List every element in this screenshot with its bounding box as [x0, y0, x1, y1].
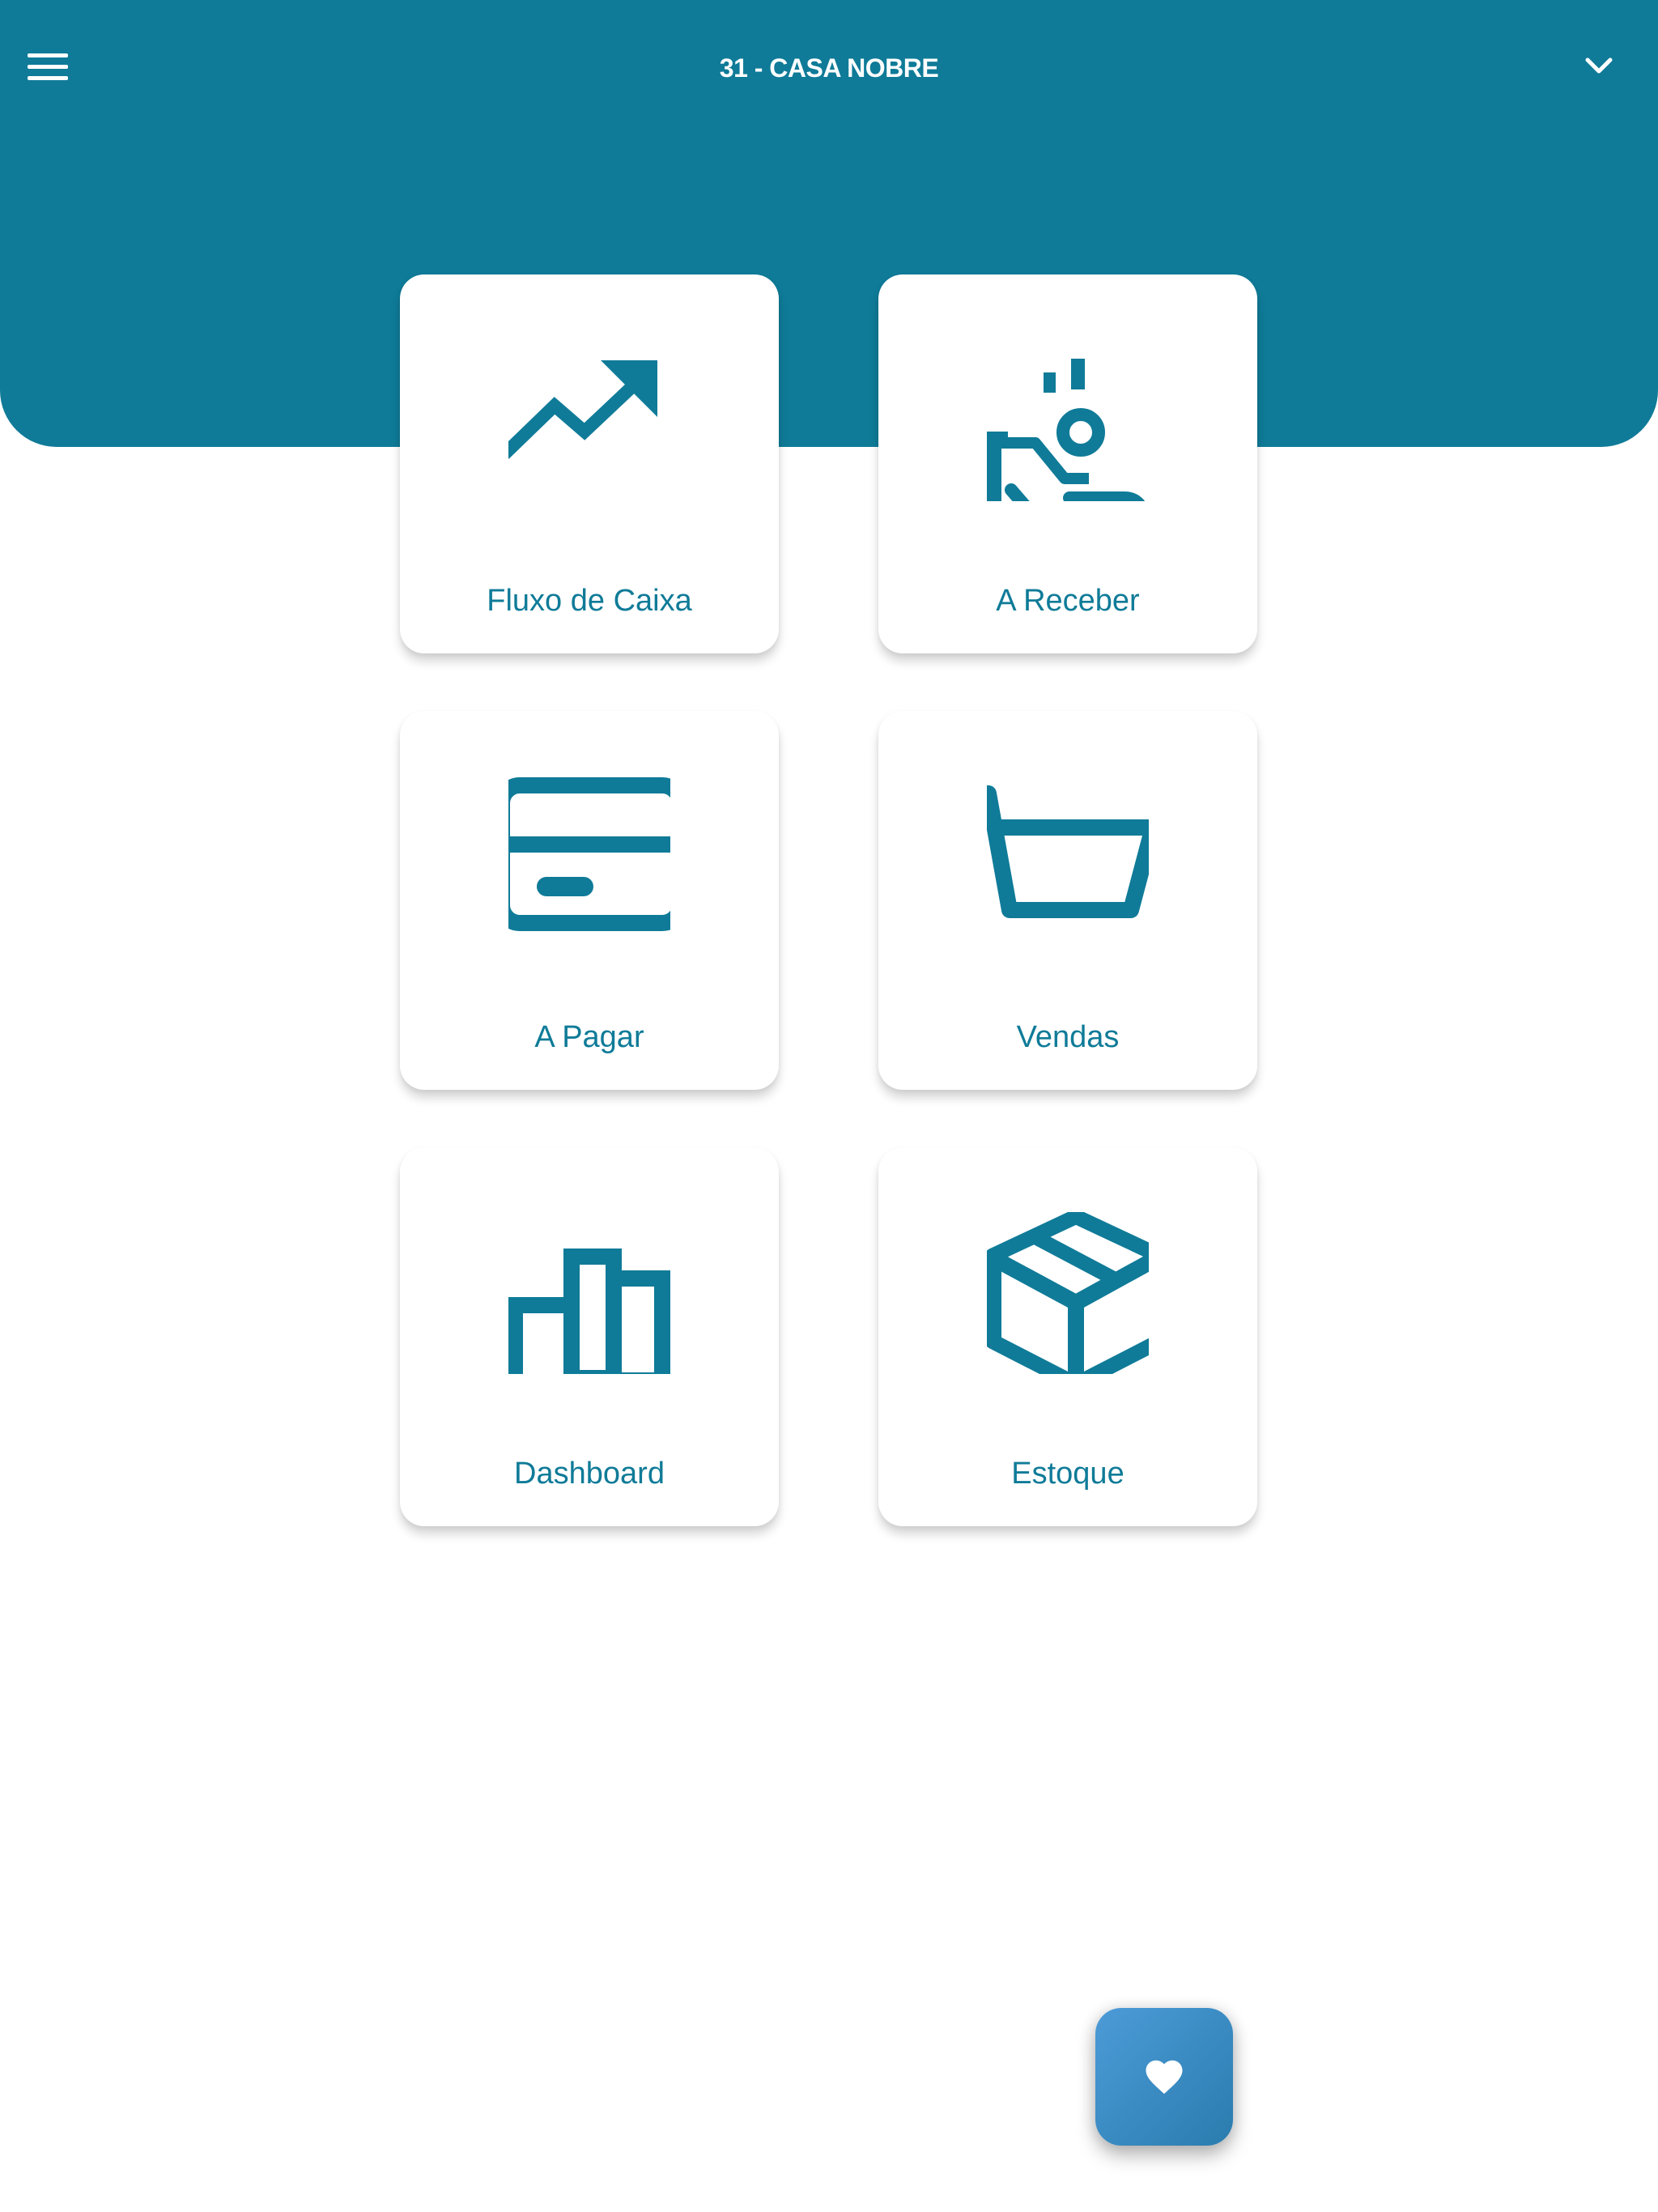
card-label: Fluxo de Caixa — [487, 584, 692, 618]
card-a-receber[interactable]: A Receber — [878, 274, 1257, 653]
company-title: 31 - CASA NOBRE — [719, 53, 939, 83]
chevron-down-icon — [1585, 57, 1613, 74]
card-label: Estoque — [1011, 1457, 1124, 1491]
card-vendas[interactable]: Vendas — [878, 711, 1257, 1090]
package-box-icon — [987, 1212, 1149, 1374]
shopping-cart-icon — [987, 776, 1149, 938]
app-header: 31 - CASA NOBRE — [0, 0, 1658, 447]
company-dropdown-button[interactable] — [1579, 49, 1619, 84]
card-label: A Pagar — [534, 1020, 644, 1054]
card-estoque[interactable]: Estoque — [878, 1147, 1257, 1526]
trending-up-icon — [508, 339, 670, 501]
card-dashboard[interactable]: Dashboard — [400, 1147, 779, 1526]
hand-coin-icon — [987, 339, 1149, 501]
bar-chart-icon — [508, 1212, 670, 1374]
favorites-button[interactable] — [1095, 2008, 1233, 2146]
card-label: Dashboard — [514, 1457, 665, 1491]
card-fluxo-de-caixa[interactable]: Fluxo de Caixa — [400, 274, 779, 653]
card-a-pagar[interactable]: A Pagar — [400, 711, 779, 1090]
heart-icon — [1146, 2060, 1183, 2095]
card-label: A Receber — [996, 584, 1140, 618]
credit-card-icon — [508, 776, 670, 938]
card-label: Vendas — [1016, 1020, 1120, 1054]
